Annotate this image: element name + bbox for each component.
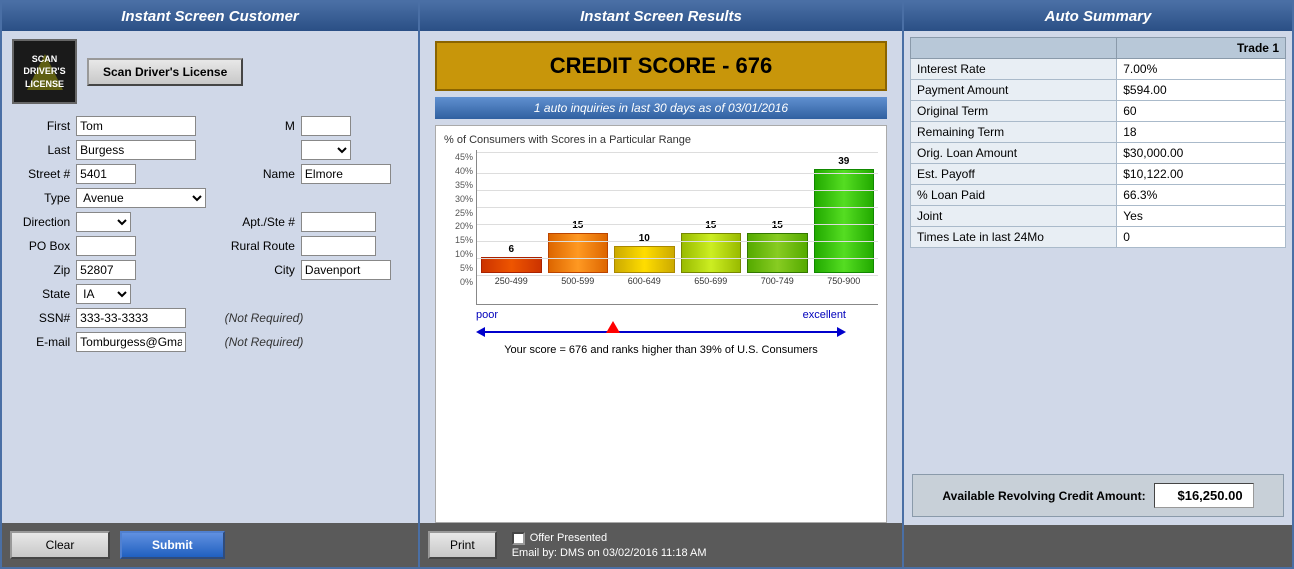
chart-area: % of Consumers with Scores in a Particul… bbox=[435, 125, 887, 523]
street-label: Street # bbox=[12, 162, 73, 186]
col-trade-header: Trade 1 bbox=[1117, 38, 1286, 59]
table-row: Interest Rate7.00% bbox=[911, 59, 1286, 80]
apt-label: Apt./Ste # bbox=[218, 210, 298, 234]
table-row: Original Term60 bbox=[911, 101, 1286, 122]
scan-driver-license-button[interactable]: Scan Driver's License bbox=[87, 58, 243, 86]
clear-button[interactable]: Clear bbox=[10, 531, 110, 559]
pobox-input[interactable] bbox=[76, 236, 136, 256]
mi-input[interactable] bbox=[301, 116, 351, 136]
table-row: Times Late in last 24Mo0 bbox=[911, 227, 1286, 248]
city-input[interactable] bbox=[301, 260, 391, 280]
direction-select[interactable] bbox=[76, 212, 131, 232]
ssn-label: SSN# bbox=[12, 306, 73, 330]
score-text: Your score = 676 and ranks higher than 3… bbox=[476, 344, 846, 356]
table-row: Est. Payoff$10,122.00 bbox=[911, 164, 1286, 185]
left-panel-header: Instant Screen Customer bbox=[2, 2, 418, 31]
credit-score-box: CREDIT SCORE - 676 bbox=[435, 41, 887, 91]
summary-table: Trade 1 Interest Rate7.00%Payment Amount… bbox=[910, 37, 1286, 248]
print-button[interactable]: Print bbox=[428, 531, 497, 559]
rural-input[interactable] bbox=[301, 236, 376, 256]
bar-250-499: 6 250-499 bbox=[481, 244, 542, 286]
offer-info: ✓ Offer Presented Email by: DMS on 03/02… bbox=[512, 532, 707, 559]
poor-label: poor bbox=[476, 309, 498, 321]
street-input[interactable] bbox=[76, 164, 136, 184]
last-suffix-select[interactable] bbox=[301, 140, 351, 160]
zip-label: Zip bbox=[12, 258, 73, 282]
rural-label: Rural Route bbox=[218, 234, 298, 258]
chart-title: % of Consumers with Scores in a Particul… bbox=[444, 134, 878, 146]
inquiries-bar: 1 auto inquiries in last 30 days as of 0… bbox=[435, 97, 887, 119]
email-input[interactable] bbox=[76, 332, 186, 352]
revolving-value: $16,250.00 bbox=[1154, 483, 1254, 508]
col-label-header bbox=[911, 38, 1117, 59]
direction-label: Direction bbox=[12, 210, 73, 234]
offer-checkbox[interactable]: ✓ bbox=[512, 532, 525, 545]
table-row: Orig. Loan Amount$30,000.00 bbox=[911, 143, 1286, 164]
first-label: First bbox=[12, 114, 73, 138]
ssn-not-required: (Not Required) bbox=[225, 311, 304, 325]
mid-panel: Instant Screen Results CREDIT SCORE - 67… bbox=[420, 0, 904, 569]
city-label: City bbox=[218, 258, 298, 282]
state-select[interactable]: IA bbox=[76, 284, 131, 304]
table-row: % Loan Paid66.3% bbox=[911, 185, 1286, 206]
bar-500-599: 15 500-599 bbox=[548, 220, 609, 286]
table-row: Payment Amount$594.00 bbox=[911, 80, 1286, 101]
revolving-label: Available Revolving Credit Amount: bbox=[942, 489, 1145, 503]
first-input[interactable] bbox=[76, 116, 196, 136]
email-label: E-mail bbox=[12, 330, 73, 354]
right-footer bbox=[904, 525, 1292, 567]
offer-label: Offer Presented bbox=[530, 532, 607, 544]
bar-750-900: 39 750-900 bbox=[814, 156, 875, 286]
pobox-label: PO Box bbox=[12, 234, 73, 258]
state-label: State bbox=[12, 282, 73, 306]
revolving-area: Available Revolving Credit Amount: $16,2… bbox=[912, 474, 1284, 517]
left-panel: Instant Screen Customer SCAN DRIVER'S LI… bbox=[0, 0, 420, 569]
bar-700-749: 15 700-749 bbox=[747, 220, 808, 286]
street-name-input[interactable] bbox=[301, 164, 391, 184]
mi-label: M bbox=[218, 114, 298, 138]
last-input[interactable] bbox=[76, 140, 196, 160]
table-row: Remaining Term18 bbox=[911, 122, 1286, 143]
right-panel-header: Auto Summary bbox=[904, 2, 1292, 31]
scan-logo: SCAN DRIVER'S LICENSE bbox=[12, 39, 77, 104]
apt-input[interactable] bbox=[301, 212, 376, 232]
type-label: Type bbox=[12, 186, 73, 210]
name-label: Name bbox=[218, 162, 298, 186]
ssn-input[interactable] bbox=[76, 308, 186, 328]
excellent-label: excellent bbox=[803, 309, 846, 321]
email-by: Email by: DMS on 03/02/2016 11:18 AM bbox=[512, 547, 707, 559]
type-select[interactable]: Avenue bbox=[76, 188, 206, 208]
bar-650-699: 15 650-699 bbox=[681, 220, 742, 286]
mid-panel-header: Instant Screen Results bbox=[420, 2, 902, 31]
email-not-required: (Not Required) bbox=[225, 335, 304, 349]
submit-button[interactable]: Submit bbox=[120, 531, 225, 559]
last-label: Last bbox=[12, 138, 73, 162]
table-row: JointYes bbox=[911, 206, 1286, 227]
zip-input[interactable] bbox=[76, 260, 136, 280]
right-panel: Auto Summary Trade 1 Interest Rate7.00%P… bbox=[904, 0, 1294, 569]
